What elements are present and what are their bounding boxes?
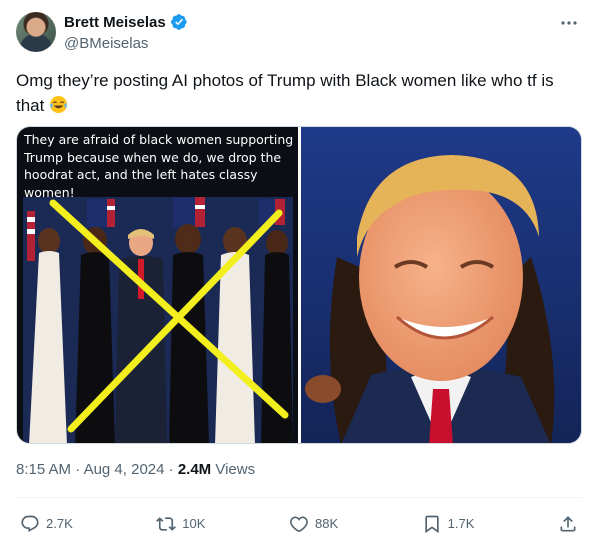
author-handle[interactable]: @BMeiselas	[64, 35, 148, 52]
bookmark-icon	[425, 515, 439, 533]
media-gallery: They are afraid of black women supportin…	[16, 126, 582, 444]
ai-portrait	[301, 127, 581, 443]
media-image-left[interactable]: They are afraid of black women supportin…	[17, 127, 298, 443]
verified-badge-icon	[170, 13, 188, 31]
reply-count: 2.7K	[46, 516, 73, 531]
tears-of-joy-emoji-icon	[49, 95, 68, 114]
display-name[interactable]: Brett Meiselas	[64, 14, 166, 31]
reply-button[interactable]: 2.7K	[20, 514, 73, 534]
like-button[interactable]: 88K	[289, 514, 338, 534]
avatar[interactable]	[16, 12, 56, 52]
bookmark-count: 1.7K	[447, 516, 475, 531]
share-icon	[560, 515, 576, 531]
flag-center-left	[87, 199, 115, 227]
repost-count: 10K	[182, 516, 206, 531]
more-options-icon[interactable]	[560, 14, 578, 32]
tweet: Brett Meiselas @BMeiselas Omg they’re po…	[0, 0, 598, 545]
tweet-body: Omg they’re posting AI photos of Trump w…	[16, 71, 554, 115]
like-count: 88K	[314, 516, 339, 531]
woman-3	[169, 224, 209, 443]
share-button[interactable]	[558, 514, 578, 534]
repost-icon	[156, 516, 177, 531]
reply-icon	[21, 515, 39, 532]
views-count: 2.4M	[177, 461, 212, 478]
repost-button[interactable]: 10K	[156, 514, 205, 534]
flag-center-right	[173, 197, 205, 227]
flag-left	[27, 211, 35, 261]
image-caption: They are afraid of black women supportin…	[24, 132, 294, 200]
tweet-text: Omg they’re posting AI photos of Trump w…	[16, 68, 576, 118]
views-label: Views	[215, 461, 256, 478]
bookmark-button[interactable]: 1.7K	[422, 514, 475, 534]
tweet-date[interactable]: Aug 4, 2024	[84, 461, 165, 478]
tweet-time[interactable]: 8:15 AM	[16, 461, 71, 478]
tweet-timestamp[interactable]: 8:15 AM · Aug 4, 2024 · 2.4M Views	[16, 461, 255, 478]
media-image-right[interactable]	[301, 127, 581, 443]
woman-2	[75, 227, 115, 443]
meta-separator-2: ·	[168, 461, 174, 478]
meta-separator-1: ·	[75, 461, 81, 478]
ai-group-photo	[23, 197, 293, 443]
action-bar: 2.7K 10K 88K 1.7K	[16, 497, 582, 545]
author-row: Brett Meiselas	[64, 13, 188, 31]
heart-icon	[290, 515, 308, 532]
